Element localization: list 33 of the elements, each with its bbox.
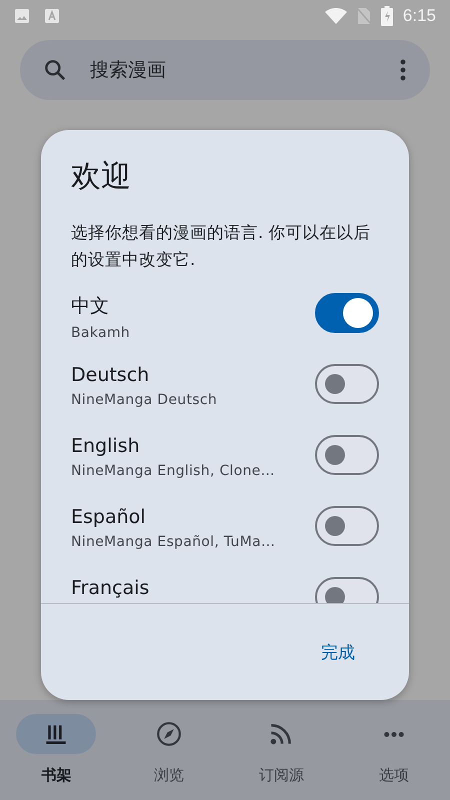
compass-icon — [156, 721, 182, 747]
search-placeholder: 搜索漫画 — [90, 58, 167, 83]
nav-label: 订阅源 — [258, 766, 304, 785]
more-icon[interactable] — [400, 59, 406, 81]
nav-label: 书架 — [41, 766, 72, 785]
language-sources: NineManga English, Clone… — [71, 463, 275, 479]
toggle-switch[interactable] — [315, 293, 379, 333]
font-icon — [44, 8, 60, 24]
language-name: Français — [71, 577, 150, 599]
language-sources: NineManga Deutsch — [71, 392, 218, 408]
search-icon — [42, 57, 68, 83]
nav-label: 浏览 — [154, 766, 184, 785]
nav-label: 选项 — [378, 766, 409, 785]
dialog-title: 欢迎 — [70, 158, 132, 196]
language-sources: Bakamh — [71, 325, 130, 341]
language-name: 中文 — [71, 294, 110, 319]
status-time: 6:15 — [402, 6, 436, 26]
done-button[interactable]: 完成 — [315, 632, 361, 672]
toggle-switch[interactable] — [315, 435, 379, 475]
language-name: English — [71, 435, 141, 457]
wifi-icon — [324, 8, 347, 24]
nav-tab[interactable] — [16, 714, 96, 754]
language-name: Deutsch — [71, 364, 150, 386]
language-name: Español — [71, 506, 147, 528]
image-icon — [14, 8, 30, 24]
toggle-switch[interactable] — [315, 364, 379, 404]
language-sources: NineManga Español, TuMa… — [71, 534, 276, 550]
no-sim-icon — [356, 7, 371, 25]
search-bar[interactable]: 搜索漫画 — [20, 40, 430, 100]
toggle-switch[interactable] — [315, 506, 379, 546]
more-icon — [384, 732, 404, 736]
battery-icon — [380, 6, 393, 26]
dialog-message: 选择你想看的漫画的语言. 你可以在以后的设置中改变它. — [70, 222, 372, 271]
